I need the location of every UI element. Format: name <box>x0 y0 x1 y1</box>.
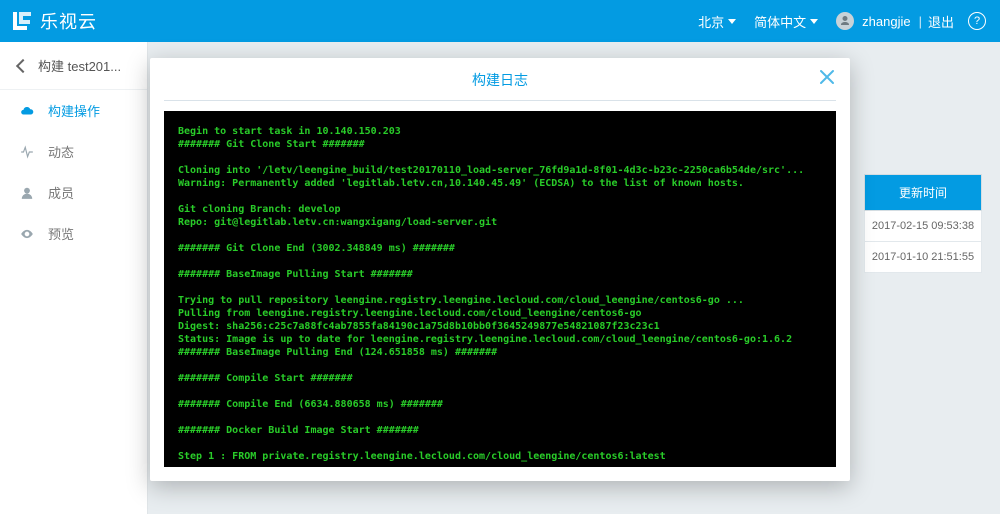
build-log-modal: 构建日志 Begin to start task in 10.140.150.2… <box>150 58 850 481</box>
close-button[interactable] <box>818 68 836 91</box>
modal-title: 构建日志 <box>472 70 528 90</box>
build-log-terminal[interactable]: Begin to start task in 10.140.150.203 ##… <box>164 111 836 467</box>
close-icon <box>818 68 836 86</box>
modal-overlay: 构建日志 Begin to start task in 10.140.150.2… <box>0 0 1000 514</box>
